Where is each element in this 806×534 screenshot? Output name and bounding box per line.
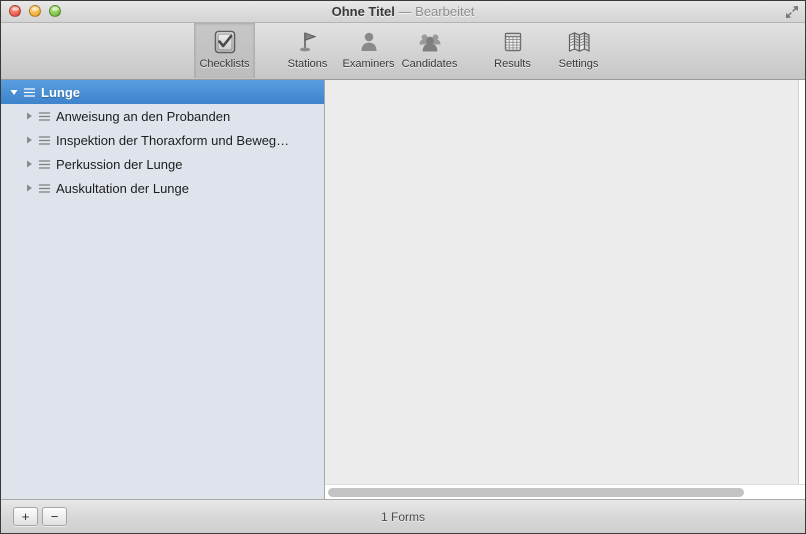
list-lines-icon [36, 159, 52, 170]
horizontal-scrollbar[interactable] [325, 484, 805, 499]
toolbar-item-stations[interactable]: Stations [277, 23, 338, 78]
window-title-name: Ohne Titel [331, 4, 395, 19]
list-lines-icon [36, 183, 52, 194]
checklist-icon [211, 27, 239, 57]
checklist-outline-sidebar[interactable]: Lunge Anweisung an den Probanden Inspekt… [1, 80, 325, 499]
disclosure-triangle-collapsed-icon[interactable] [22, 181, 36, 195]
disclosure-triangle-expanded-icon[interactable] [7, 85, 21, 99]
toolbar-item-examiners-label: Examiners [342, 58, 395, 70]
outline-row-perkussion[interactable]: Perkussion der Lunge [1, 152, 324, 176]
disclosure-triangle-collapsed-icon[interactable] [22, 133, 36, 147]
form-detail-empty-area [325, 80, 799, 484]
outline-row-inspektion[interactable]: Inspektion der Thoraxform und Beweg… [1, 128, 324, 152]
disclosure-triangle-collapsed-icon[interactable] [22, 109, 36, 123]
grid-table-icon [499, 27, 527, 57]
fullscreen-icon[interactable] [785, 5, 799, 19]
outline-row-anweisung[interactable]: Anweisung an den Probanden [1, 104, 324, 128]
toolbar-item-examiners[interactable]: Examiners [338, 23, 399, 78]
toolbar-item-candidates[interactable]: Candidates [399, 23, 460, 78]
person-icon [355, 27, 383, 57]
form-detail-pane [325, 80, 805, 499]
horizontal-scrollbar-thumb[interactable] [328, 488, 744, 497]
toolbar-item-stations-label: Stations [287, 58, 328, 70]
status-bar: + − 1 Forms [1, 499, 805, 533]
outline-row-auskultation[interactable]: Auskultation der Lunge [1, 176, 324, 200]
toolbar-item-checklists-label: Checklists [199, 58, 250, 70]
toolbar-item-checklists[interactable]: Checklists [194, 23, 255, 78]
form-count-status: 1 Forms [380, 509, 425, 524]
list-lines-icon [21, 87, 37, 98]
list-lines-icon [36, 111, 52, 122]
content-right-strip [799, 80, 805, 484]
outline-row-lunge[interactable]: Lunge [1, 80, 324, 104]
disclosure-triangle-collapsed-icon[interactable] [22, 157, 36, 171]
main-toolbar: Checklists Stations Examiners Candidates… [1, 23, 805, 80]
window-title-edited-state: — Bearbeitet [398, 4, 475, 19]
flag-icon [294, 27, 322, 57]
toolbar-item-results[interactable]: Results [482, 23, 543, 78]
window-body: Lunge Anweisung an den Probanden Inspekt… [1, 80, 805, 499]
window-titlebar: Ohne Titel — Bearbeitet [1, 1, 805, 23]
toolbar-item-settings[interactable]: Settings [548, 23, 609, 78]
outline-row-label: Auskultation der Lunge [56, 180, 189, 196]
outline-row-label: Perkussion der Lunge [56, 156, 183, 172]
app-window: Ohne Titel — Bearbeitet Checklists Stati… [0, 0, 806, 534]
toolbar-item-results-label: Results [494, 58, 531, 70]
folded-map-icon [565, 27, 593, 57]
window-title: Ohne Titel — Bearbeitet [1, 1, 805, 23]
outline-row-label: Lunge [41, 84, 80, 100]
outline-row-label: Anweisung an den Probanden [56, 108, 231, 124]
list-lines-icon [36, 135, 52, 146]
people-icon [415, 27, 445, 57]
toolbar-item-settings-label: Settings [558, 58, 599, 70]
toolbar-item-candidates-label: Candidates [401, 58, 458, 70]
outline-row-label: Inspektion der Thoraxform und Beweg… [56, 132, 290, 148]
